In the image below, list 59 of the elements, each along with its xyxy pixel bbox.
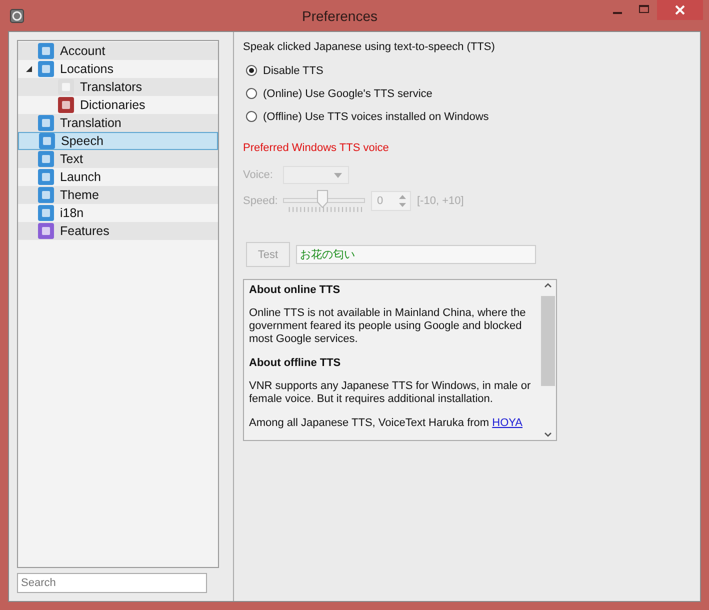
radio-option[interactable]: (Offline) Use TTS voices installed on Windows (243, 105, 691, 128)
radio-option[interactable]: Disable TTS (243, 59, 691, 82)
tree-item[interactable]: i18n (18, 204, 218, 222)
tree-item[interactable]: Locations (18, 60, 218, 78)
category-icon (58, 79, 74, 95)
category-icon (39, 133, 55, 149)
category-icon (38, 115, 54, 131)
tree-item-label: Locations (60, 62, 114, 76)
tree-item-label: Translators (80, 80, 142, 94)
tree-item-label: Text (60, 152, 83, 166)
info-heading: About online TTS (249, 284, 342, 296)
tree-item-label: Features (60, 224, 110, 238)
tree-item-label: Dictionaries (80, 98, 146, 112)
tree-item-label: Account (60, 44, 106, 58)
info-paragraph: Online TTS is not available in Mainland China, where the government feared its people using Google and blocked most Google services. (249, 307, 527, 346)
category-icon (38, 169, 54, 185)
info-heading: About offline TTS (249, 357, 342, 369)
radio-label: (Online) Use Google's TTS service (263, 88, 432, 100)
radio-label: (Offline) Use TTS voices installed on Windows (263, 110, 489, 122)
tree-item[interactable]: Speech (18, 132, 218, 150)
tree-item[interactable]: Text (18, 150, 218, 168)
section-heading: Preferred Windows TTS voice (243, 142, 390, 154)
radio-option[interactable]: (Online) Use Google's TTS service (243, 82, 691, 105)
close-button[interactable] (657, 0, 703, 20)
radio-button[interactable] (246, 111, 257, 122)
tree-item-label: Theme (60, 188, 99, 202)
tree-item-label: Launch (60, 170, 102, 184)
category-icon (38, 205, 54, 221)
category-icon (38, 43, 54, 59)
section-heading: Speak clicked Japanese using text-to-speech (TTS) (243, 41, 496, 53)
tree-item[interactable]: Translation (18, 114, 218, 132)
category-icon (38, 61, 54, 77)
window-title: Preferences (302, 8, 378, 24)
collapse-arrow-icon[interactable] (25, 65, 33, 73)
category-icon (38, 223, 54, 239)
category-icon (58, 97, 74, 113)
tree-item[interactable]: Translators (18, 78, 218, 96)
tree-item-label: Speech (61, 134, 104, 148)
tree-item-label: i18n (60, 206, 84, 220)
link[interactable]: HOYA (492, 417, 522, 429)
radio-button[interactable] (246, 88, 257, 99)
tree-item[interactable]: Theme (18, 186, 218, 204)
speed-range: [-10, +10] (417, 195, 464, 207)
info-paragraph: Among all Japanese TTS, VoiceText Haruka from HOYA (249, 417, 524, 430)
tree-item[interactable]: Dictionaries (18, 96, 218, 114)
search-field[interactable]: Search (17, 573, 207, 593)
radio-label: Disable TTS (263, 64, 324, 76)
caret-icon (334, 172, 342, 178)
info-paragraph: VNR supports any Japanese TTS for Windows, in male or female voice. But it requires additional installation. (249, 380, 532, 406)
category-icon (38, 151, 54, 167)
voice-label: Voice: (243, 169, 274, 181)
tree-item[interactable]: Account (18, 42, 218, 60)
tree-item-label: Translation (60, 116, 122, 130)
category-icon (38, 187, 54, 203)
tree-item[interactable]: Features (18, 222, 218, 240)
tree-item[interactable]: Launch (18, 168, 218, 186)
radio-button[interactable] (246, 65, 257, 76)
app-icon (10, 8, 24, 22)
speed-label: Speed: (243, 195, 277, 207)
